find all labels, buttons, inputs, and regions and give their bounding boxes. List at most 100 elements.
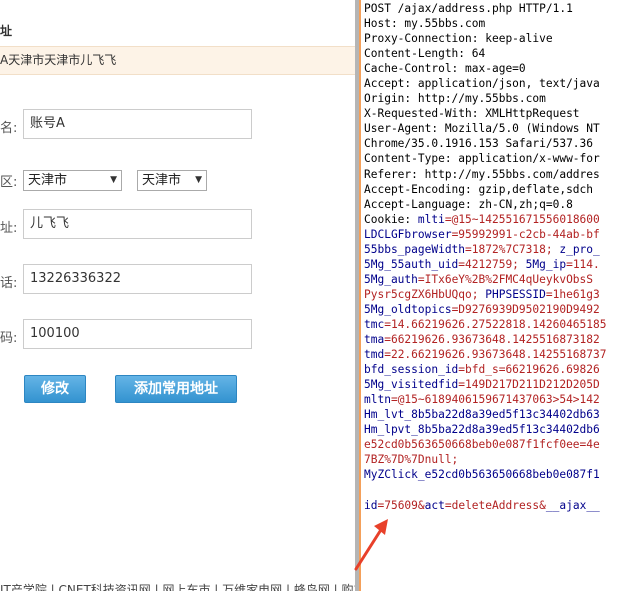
cookie-line: Hm_lvt_8b5ba22d8a39ed5f13c34402db63 [364, 407, 607, 422]
section-title: 址 [0, 24, 13, 38]
cookie-segment: Pysr5cgZX6HbUQqo; [364, 287, 486, 301]
cookie-segment: bfd_session_id [364, 363, 459, 377]
red-arrow-annotation [354, 519, 388, 571]
current-address-bar: A天津市天津市儿飞飞 [0, 46, 355, 75]
body-segment: =75609& [377, 498, 425, 512]
header-text: Chrome/35.0.1916.153 Safari/537.36 [364, 137, 594, 151]
header-text: Host: my.55bbs.com [364, 17, 486, 31]
cookie-segment: PHPSESSID [485, 287, 546, 301]
request-body-line: id=75609&act=deleteAddress&__ajax__ [364, 498, 607, 513]
cookie-line: bfd_session_id=bfd_s=66219626.69826 [364, 362, 607, 377]
cookie-segment: 5Mg_ip [525, 257, 567, 271]
cookie-segment: MyZClick_e52cd0b563650668beb0e087f1 [364, 468, 600, 482]
cookie-segment: z_pro_ [559, 242, 600, 256]
cookie-line: MyZClick_e52cd0b563650668beb0e087f1 [364, 467, 607, 482]
cookie-line: 5Mg_oldtopics=D9276939D9502190D9492 [364, 302, 607, 317]
body-segment: =deleteAddress& [444, 498, 546, 512]
cookie-segment: =4212759; [458, 257, 526, 271]
cookie-segment: 5Mg_visitedfid [364, 378, 459, 392]
name-field[interactable]: 账号A [23, 109, 252, 139]
body-segment: id [364, 498, 378, 512]
cookie-segment: tmc [364, 317, 385, 331]
request-header-line: User-Agent: Mozilla/5.0 (Windows NT [364, 121, 607, 136]
cookie-segment: Cookie: [364, 212, 418, 226]
header-text: Accept-Language: zh-CN,zh;q=0.8 [364, 197, 573, 211]
cookie-segment: =bfd_s=66219626.69826 [458, 363, 600, 377]
cookie-line: Pysr5cgZX6HbUQqo; PHPSESSID=1he61g3 [364, 287, 607, 302]
cookie-line: tma=66219626.93673648.1425516873182 [364, 332, 607, 347]
cookie-segment: 5Mg_55auth_uid [364, 257, 459, 271]
cookie-line: 5Mg_55auth_uid=4212759; 5Mg_ip=114. [364, 257, 607, 272]
add-common-address-button[interactable]: 添加常用地址 [115, 375, 237, 403]
request-header-line: Accept-Encoding: gzip,deflate,sdch [364, 182, 607, 197]
cookie-line: Hm_lpvt_8b5ba22d8a39ed5f13c34402db6 [364, 422, 607, 437]
zipcode-field[interactable]: 100100 [23, 319, 252, 349]
header-text: Proxy-Connection: keep-alive [364, 32, 553, 46]
chevron-down-icon: ▼ [195, 175, 202, 185]
address-label: 址: [0, 221, 18, 236]
address-field[interactable]: 儿飞飞 [23, 209, 252, 239]
cookie-segment: 7BZ%7D%7Dnull; [364, 453, 459, 467]
header-text: Referer: http://my.55bbs.com/addres [364, 167, 600, 181]
cookie-segment: =@15~6189406159671437063>54>142 [390, 393, 600, 407]
header-text: Origin: http://my.55bbs.com [364, 92, 546, 106]
name-label: 名: [0, 121, 18, 136]
cookie-segment: Hm_lvt_8b5ba22d8a39ed5f13c34402db63 [364, 408, 600, 422]
chevron-down-icon: ▼ [110, 175, 117, 185]
cookie-line: mltn=@15~6189406159671437063>54>142 [364, 392, 607, 407]
header-text: Accept-Encoding: gzip,deflate,sdch [364, 182, 594, 196]
cookie-line: LDCLGFbrowser=95992991-c2cb-44ab-bf [364, 227, 607, 242]
cookie-segment: LDCLGFbrowser [364, 227, 452, 241]
header-text: Content-Length: 64 [364, 47, 486, 61]
cookie-segment: =149D217D211D212D205D [458, 378, 600, 392]
header-text: Content-Type: application/x-www-for [364, 152, 600, 166]
cookie-line: tmd=22.66219626.93673648.14255168737 [364, 347, 607, 362]
cookie-line: Cookie: mlti=@15~142551671556018600 [364, 212, 607, 227]
cookie-segment: e52cd0b563650668beb0e087f1fcf0ee=4e [364, 438, 600, 452]
cookie-line: 55bbs_pageWidth=1872%7C7318; z_pro_ [364, 242, 607, 257]
request-header-line: Cache-Control: max-age=0 [364, 61, 607, 76]
cookie-segment: 5Mg_oldtopics [364, 302, 452, 316]
modify-button[interactable]: 修改 [24, 375, 86, 403]
cookie-line: 5Mg_visitedfid=149D217D211D212D205D [364, 377, 607, 392]
cookie-segment: =14.66219626.27522818.14260465185 [384, 317, 607, 331]
request-text: POST /ajax/address.php HTTP/1.1 Host: my.… [364, 1, 607, 513]
cookie-segment: tmd [364, 348, 385, 362]
footer-links[interactable]: IT产学院 | CNET科技资讯网 | 网上车市 | 万维家电网 | 蜂鸟网 |… [0, 581, 355, 591]
cookie-line: 5Mg_auth=ITx6eY%2B%2FMC4qUeykvObsS [364, 272, 607, 287]
header-text: X-Requested-With: XMLHttpRequest [364, 107, 580, 121]
request-header-line: X-Requested-With: XMLHttpRequest [364, 106, 607, 121]
cookie-line: tmc=14.66219626.27522818.14260465185 [364, 317, 607, 332]
cookie-segment: =1872%7C7318; [465, 242, 560, 256]
cookie-line: 7BZ%7D%7Dnull; [364, 452, 607, 467]
address-form-panel: 址 A天津市天津市儿飞飞 名: 账号A 区: 天津市 ▼ 天津市 ▼ 址: 儿飞… [0, 0, 355, 591]
cookie-line: e52cd0b563650668beb0e087f1fcf0ee=4e [364, 437, 607, 452]
header-text: User-Agent: Mozilla/5.0 (Windows NT [364, 122, 600, 136]
cookie-segment: =114. [566, 257, 600, 271]
body-segment: act [424, 498, 445, 512]
request-header-line: Host: my.55bbs.com [364, 16, 607, 31]
cookie-segment: Hm_lpvt_8b5ba22d8a39ed5f13c34402db6 [364, 423, 600, 437]
zipcode-label: 码: [0, 331, 18, 346]
cookie-segment: 55bbs_pageWidth [364, 242, 466, 256]
cookie-segment: mlti [417, 212, 445, 226]
request-header-line: Chrome/35.0.1916.153 Safari/537.36 [364, 136, 607, 151]
phone-field[interactable]: 13226336322 [23, 264, 252, 294]
http-request-panel: POST /ajax/address.php HTTP/1.1 Host: my.… [359, 0, 642, 591]
cookie-segment: =D9276939D9502190D9492 [451, 302, 600, 316]
province-select[interactable]: 天津市 ▼ [23, 170, 122, 191]
request-header-line: Accept: application/json, text/java [364, 76, 607, 91]
cookie-segment: =66219626.93673648.1425516873182 [384, 333, 600, 347]
cookie-segment: tma [364, 333, 385, 347]
cookie-segment: =22.66219626.93673648.14255168737 [384, 348, 607, 362]
cookie-segment: 5Mg_auth [364, 272, 418, 286]
city-select[interactable]: 天津市 ▼ [137, 170, 207, 191]
header-text: Accept: application/json, text/java [364, 77, 600, 91]
request-header-line: Content-Length: 64 [364, 46, 607, 61]
cookie-segment: =1he61g3 [545, 287, 600, 301]
cookie-segment: =ITx6eY%2B%2FMC4qUeykvObsS [417, 272, 594, 286]
province-value: 天津市 [28, 173, 68, 188]
header-text: Cache-Control: max-age=0 [364, 62, 526, 76]
phone-label: 话: [0, 276, 18, 291]
